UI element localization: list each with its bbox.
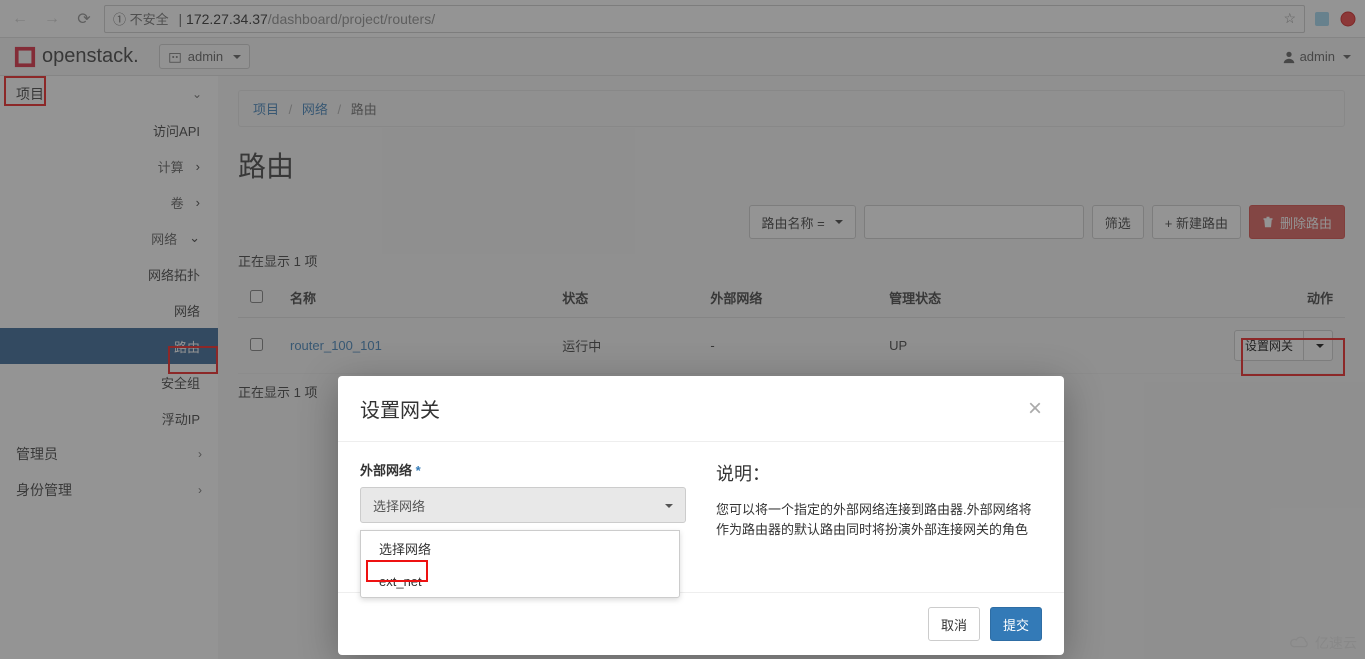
option-ext-net[interactable]: ext_net [361,566,679,597]
cancel-button[interactable]: 取消 [928,607,980,641]
modal-close-button[interactable]: × [1028,395,1042,423]
modal-title: 设置网关 [360,394,440,423]
external-network-dropdown: 选择网络 ext_net [360,530,680,598]
external-network-select[interactable]: 选择网络 [360,487,686,523]
modal-header: 设置网关 × [338,376,1064,442]
option-placeholder[interactable]: 选择网络 [361,531,679,566]
watermark: 亿速云 [1289,633,1357,653]
external-network-label: 外部网络 * [360,460,686,479]
modal-description-title: 说明： [716,460,1042,486]
cloud-icon [1289,635,1311,651]
modal-body: 外部网络 * 选择网络 说明： 您可以将一个指定的外部网络连接到路由器.外部网络… [338,442,1064,592]
submit-button[interactable]: 提交 [990,607,1042,641]
set-gateway-modal: 设置网关 × 外部网络 * 选择网络 说明： 您可以将一个指定的外部网络连接到路… [338,376,1064,655]
caret-down-icon [661,498,673,513]
modal-description-body: 您可以将一个指定的外部网络连接到路由器.外部网络将作为路由器的默认路由同时将扮演… [716,500,1042,539]
modal-footer: 取消 提交 [338,592,1064,655]
required-asterisk: * [416,463,421,478]
